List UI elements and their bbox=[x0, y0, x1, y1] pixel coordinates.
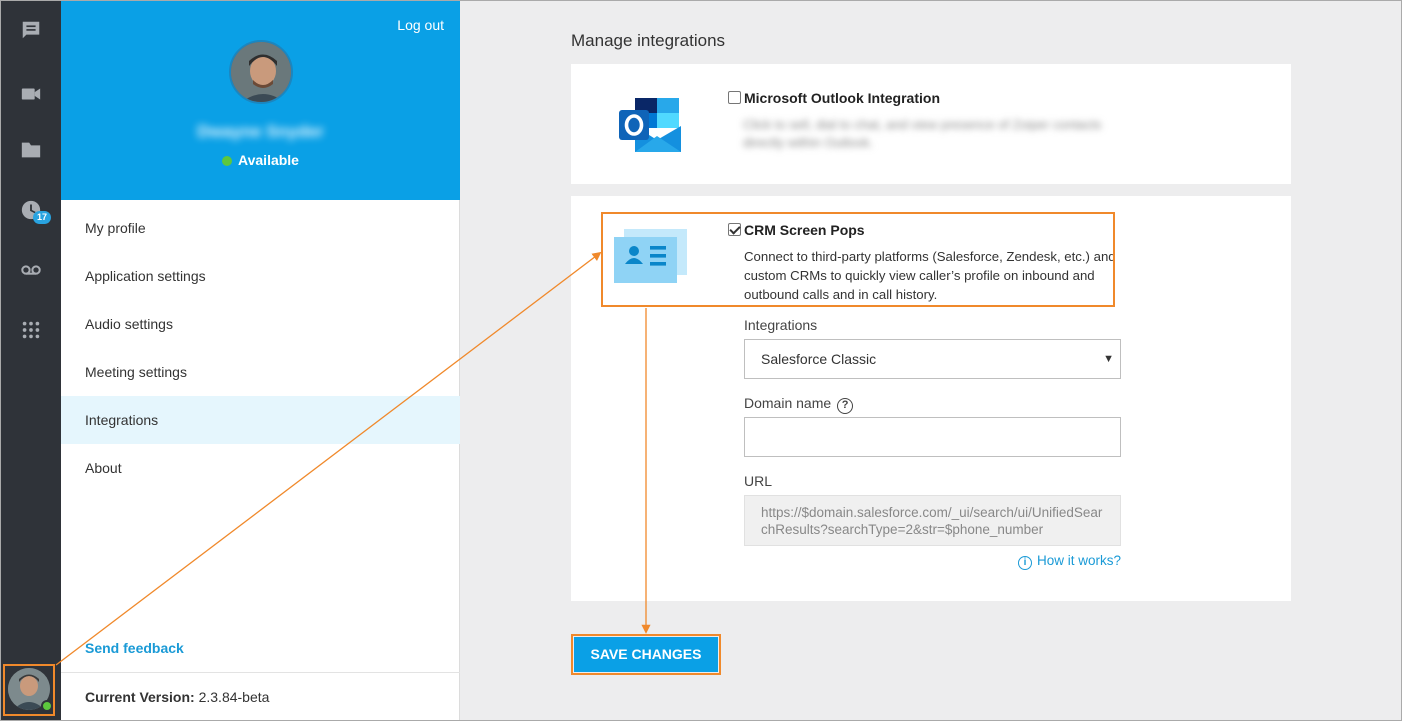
crm-highlight-box bbox=[601, 212, 1115, 307]
app-rail: 17 bbox=[0, 0, 61, 721]
outlook-checkbox[interactable] bbox=[728, 91, 741, 104]
outlook-integration-card: Microsoft Outlook Integration Click to s… bbox=[571, 64, 1291, 184]
integrations-label: Integrations bbox=[744, 317, 818, 333]
outlook-title: Microsoft Outlook Integration bbox=[744, 90, 940, 106]
status-label: Available bbox=[238, 152, 299, 168]
chevron-down-icon: ▼ bbox=[1103, 353, 1114, 365]
history-badge: 17 bbox=[33, 211, 51, 224]
menu-item-application-settings[interactable]: Application settings bbox=[61, 252, 460, 300]
presence-status: Available bbox=[61, 152, 460, 168]
domain-name-label: Domain name? bbox=[744, 395, 854, 414]
menu-item-about[interactable]: About bbox=[61, 444, 460, 492]
url-label: URL bbox=[744, 473, 773, 489]
info-icon: i bbox=[1017, 556, 1032, 570]
profile-header: Log out Dwayne Snyder Available bbox=[61, 0, 460, 200]
send-feedback-link[interactable]: Send feedback bbox=[85, 640, 184, 656]
help-icon[interactable]: ? bbox=[837, 398, 854, 414]
url-field: https://$domain.salesforce.com/_ui/searc… bbox=[744, 495, 1121, 546]
profile-name: Dwayne Snyder bbox=[197, 122, 324, 141]
settings-panel: Log out Dwayne Snyder Available My profi… bbox=[61, 0, 460, 721]
presence-dot bbox=[41, 700, 53, 712]
logout-link[interactable]: Log out bbox=[397, 17, 444, 33]
save-changes-button[interactable]: SAVE CHANGES bbox=[574, 637, 718, 672]
voicemail-icon[interactable] bbox=[18, 257, 44, 283]
menu-item-my-profile[interactable]: My profile bbox=[61, 204, 460, 252]
dialpad-icon[interactable] bbox=[18, 317, 44, 343]
domain-name-label-text: Domain name bbox=[744, 395, 832, 411]
how-it-works-label: How it works? bbox=[1036, 553, 1121, 568]
version-label: Current Version: bbox=[85, 689, 195, 705]
page-title: Manage integrations bbox=[571, 31, 726, 50]
outlook-description: Click to sell, dial to chat, and view pr… bbox=[743, 117, 1102, 150]
integrations-select-value: Salesforce Classic bbox=[761, 351, 877, 367]
profile-avatar bbox=[229, 40, 293, 104]
version-value: 2.3.84-beta bbox=[198, 689, 270, 705]
chat-icon[interactable] bbox=[18, 17, 44, 43]
settings-menu: My profile Application settings Audio se… bbox=[61, 204, 460, 492]
integrations-select[interactable]: Salesforce Classic ▼ bbox=[744, 339, 1121, 379]
outlook-logo-icon bbox=[617, 96, 683, 154]
how-it-works-link[interactable]: i How it works? bbox=[1017, 553, 1121, 570]
menu-item-meeting-settings[interactable]: Meeting settings bbox=[61, 348, 460, 396]
folder-icon[interactable] bbox=[18, 137, 44, 163]
video-icon[interactable] bbox=[18, 81, 44, 107]
version-bar: Current Version: 2.3.84-beta bbox=[61, 672, 460, 721]
status-dot-icon bbox=[222, 156, 233, 166]
domain-name-input[interactable] bbox=[744, 417, 1121, 457]
menu-item-audio-settings[interactable]: Audio settings bbox=[61, 300, 460, 348]
menu-item-integrations[interactable]: Integrations bbox=[61, 396, 460, 444]
